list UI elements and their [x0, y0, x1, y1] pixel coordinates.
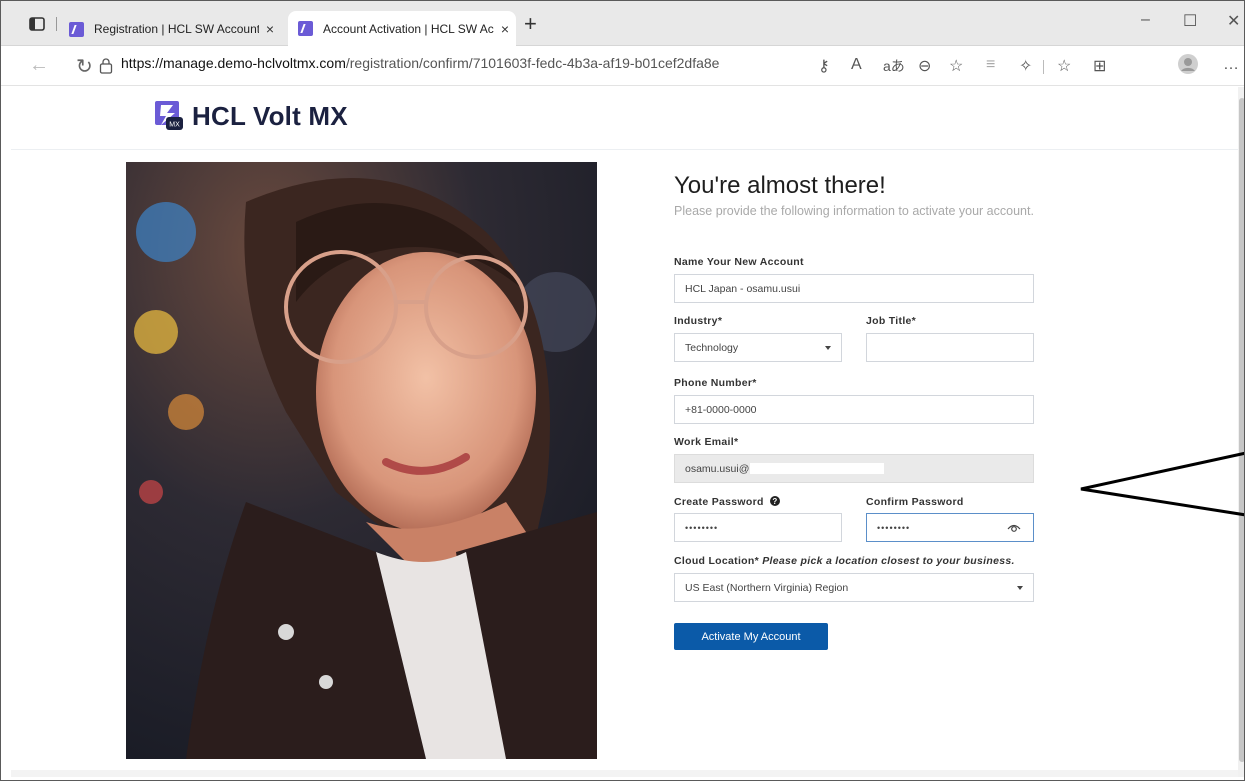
cloud-location-hint: Please pick a location closest to your b… [762, 555, 1015, 567]
confirm-password-label: Confirm Password [866, 496, 964, 508]
scrollbar-thumb[interactable] [1239, 98, 1244, 762]
favorites-icon[interactable]: ☆ [1057, 56, 1071, 76]
tab-account-activation[interactable]: Account Activation | HCL SW Acc × [288, 11, 516, 46]
web-page: MX HCL Volt MX You're almost there! Plea… [11, 87, 1239, 777]
key-icon[interactable]: ⚷ [818, 56, 830, 76]
extensions-icon[interactable]: ✧ [1019, 56, 1032, 76]
site-header: MX HCL Volt MX [11, 87, 1239, 150]
show-password-eye-icon[interactable] [1007, 522, 1021, 534]
annotation-arrow [1080, 451, 1244, 517]
industry-value: Technology [685, 341, 739, 354]
cloud-location-value: US East (Northern Virginia) Region [685, 581, 849, 594]
create-password-label-text: Create Password [674, 496, 764, 508]
hcl-volt-mx-logo-icon: MX [155, 101, 183, 130]
tab-title: Account Activation | HCL SW Acc [323, 21, 494, 36]
maximize-button[interactable]: ☐ [1183, 11, 1197, 31]
form-heading: You're almost there! [674, 172, 886, 199]
create-password-input[interactable]: •••••••• [674, 513, 842, 542]
work-email-value: osamu.usui@ [685, 462, 750, 475]
confirm-password-input[interactable]: •••••••• [866, 513, 1034, 542]
account-name-input[interactable]: HCL Japan - osamu.usui [674, 274, 1034, 303]
help-icon[interactable]: ? [769, 496, 780, 506]
tab-registration[interactable]: Registration | HCL SW Accounts × [61, 14, 281, 44]
reading-view-icon[interactable]: ≡ [986, 56, 995, 74]
zoom-icon[interactable]: ⊖ [918, 56, 931, 76]
job-title-label: Job Title* [866, 315, 917, 327]
phone-label: Phone Number* [674, 377, 757, 389]
cloud-location-label-text: Cloud Location* [674, 555, 759, 567]
redaction-box [750, 463, 885, 474]
divider [56, 17, 57, 31]
url-path: /registration/confirm/7101603f-fedc-4b3a… [345, 55, 720, 71]
tab-bar: Registration | HCL SW Accounts × Account… [1, 1, 1244, 46]
page-footer [11, 770, 1239, 777]
read-aloud-icon[interactable]: A [851, 56, 862, 74]
phone-input[interactable]: +81-0000-0000 [674, 395, 1034, 424]
minimize-button[interactable]: – [1141, 11, 1150, 29]
brand-name: HCL Volt MX [192, 101, 348, 131]
new-tab-button[interactable]: + [524, 13, 537, 35]
chevron-down-icon [825, 346, 831, 350]
profile-avatar-icon[interactable] [1178, 54, 1198, 74]
address-bar-row: ← ↻ https://manage.demo-hclvoltmx.com/re… [1, 46, 1244, 86]
chevron-down-icon [1017, 586, 1023, 590]
industry-label: Industry* [674, 315, 723, 327]
divider [1043, 60, 1044, 74]
address-bar-url[interactable]: https://manage.demo-hclvoltmx.com/regist… [121, 55, 719, 71]
hero-photo [126, 162, 597, 759]
work-email-label: Work Email* [674, 436, 739, 448]
create-password-label: Create Password ? [674, 496, 780, 508]
url-host: https://manage.demo-hclvoltmx.com [121, 55, 346, 71]
translate-icon[interactable]: aあ [883, 56, 905, 76]
refresh-icon[interactable]: ↻ [76, 54, 93, 79]
tab-actions-icon[interactable] [28, 15, 46, 33]
industry-select[interactable]: Technology [674, 333, 842, 362]
back-arrow-icon[interactable]: ← [29, 54, 49, 77]
activate-account-button[interactable]: Activate My Account [674, 623, 828, 650]
cloud-location-label: Cloud Location* Please pick a location c… [674, 555, 1015, 567]
tab-title: Registration | HCL SW Accounts [94, 22, 259, 36]
confirm-password-value: •••••••• [877, 522, 911, 533]
favorite-add-icon[interactable]: ☆ [949, 56, 963, 76]
svg-text:?: ? [772, 497, 777, 506]
tab-close-button[interactable]: × [494, 21, 516, 37]
more-options-icon[interactable]: … [1223, 56, 1239, 74]
voltmx-favicon-icon [69, 21, 84, 37]
cloud-location-select[interactable]: US East (Northern Virginia) Region [674, 573, 1034, 602]
lock-icon[interactable] [99, 58, 113, 74]
form-subtitle: Please provide the following information… [674, 204, 1034, 218]
account-name-label: Name Your New Account [674, 256, 804, 268]
activation-form-header: You're almost there! Please provide the … [674, 171, 1044, 221]
collections-icon[interactable]: ⊞ [1093, 56, 1106, 76]
work-email-input[interactable]: osamu.usui@ [674, 454, 1034, 483]
browser-window: Registration | HCL SW Accounts × Account… [0, 0, 1245, 781]
voltmx-favicon-icon [298, 21, 313, 36]
logo-badge-text: MX [169, 122, 180, 129]
close-window-button[interactable]: ✕ [1227, 11, 1240, 31]
job-title-input[interactable] [866, 333, 1034, 362]
tab-close-button[interactable]: × [259, 21, 281, 37]
